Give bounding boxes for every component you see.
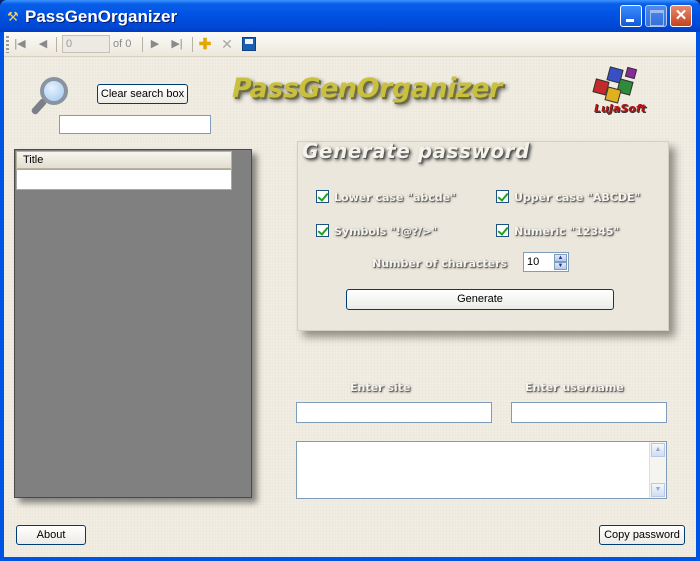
records-grid[interactable]: Title xyxy=(14,149,252,498)
add-new-icon[interactable]: ✚ xyxy=(198,36,212,53)
clear-search-button[interactable]: Clear search box xyxy=(97,84,188,104)
site-label: Enter site xyxy=(350,381,411,394)
symbols-checkbox[interactable] xyxy=(316,224,329,237)
title-bar[interactable]: ⚒ PassGenOrganizer ✕ xyxy=(0,0,700,32)
separator xyxy=(142,37,143,52)
window-title: PassGenOrganizer xyxy=(25,7,178,26)
number-of-characters-label: Number of characters xyxy=(372,257,508,270)
upper-case-label[interactable]: Upper case "ABCDE" xyxy=(514,191,640,204)
move-last-icon[interactable]: ▶| xyxy=(170,36,184,53)
company-logo: LuJaSoft xyxy=(590,66,646,118)
username-input[interactable] xyxy=(511,402,667,423)
save-icon[interactable] xyxy=(242,37,256,51)
grid-new-row[interactable] xyxy=(16,169,232,190)
number-of-characters-stepper[interactable]: 10 ▲ ▼ xyxy=(523,252,569,272)
about-button[interactable]: About xyxy=(16,525,86,545)
app-tools-icon: ⚒ xyxy=(7,9,19,24)
symbols-label[interactable]: Symbols "!@?/>" xyxy=(334,225,437,238)
lower-case-checkbox[interactable] xyxy=(316,190,329,203)
close-button[interactable]: ✕ xyxy=(670,5,692,27)
move-previous-icon[interactable]: ◀ xyxy=(36,36,50,53)
site-input[interactable] xyxy=(296,402,492,423)
copy-password-button[interactable]: Copy password xyxy=(599,525,685,545)
binding-navigator: |◀ ◀ 0 of 0 ▶ ▶| ✚ ✕ xyxy=(4,32,696,57)
minimize-button[interactable] xyxy=(620,5,642,27)
numeric-checkbox[interactable] xyxy=(496,224,509,237)
scroll-up-icon[interactable]: ▲ xyxy=(651,443,665,457)
search-input[interactable] xyxy=(59,115,211,134)
upper-case-checkbox[interactable] xyxy=(496,190,509,203)
spin-up-icon[interactable]: ▲ xyxy=(554,254,567,262)
client-area: |◀ ◀ 0 of 0 ▶ ▶| ✚ ✕ Clear search box Pa… xyxy=(4,32,696,557)
spin-down-icon[interactable]: ▼ xyxy=(554,262,567,270)
vertical-scrollbar[interactable]: ▲ ▼ xyxy=(649,442,666,498)
grid-column-title[interactable]: Title xyxy=(16,151,232,169)
app-logo-text: PassGenOrganizer xyxy=(232,73,502,104)
position-input[interactable]: 0 xyxy=(62,35,110,53)
separator xyxy=(56,37,57,52)
delete-icon[interactable]: ✕ xyxy=(220,36,234,53)
number-of-characters-value[interactable]: 10 xyxy=(527,256,539,268)
generate-button[interactable]: Generate xyxy=(346,289,614,310)
move-first-icon[interactable]: |◀ xyxy=(13,36,27,53)
username-label: Enter username xyxy=(525,381,624,394)
numeric-label[interactable]: Numeric "12345" xyxy=(514,225,619,238)
company-name: LuJaSoft xyxy=(594,102,646,115)
main-window: ⚒ PassGenOrganizer ✕ |◀ ◀ 0 of 0 ▶ ▶| ✚ … xyxy=(0,0,700,561)
toolbar-grip-icon[interactable] xyxy=(6,36,9,53)
scroll-down-icon[interactable]: ▼ xyxy=(651,483,665,497)
maximize-button[interactable] xyxy=(645,5,667,27)
generate-password-title: Generate password xyxy=(302,139,530,163)
separator xyxy=(192,37,193,52)
password-output-textarea[interactable]: ▲ ▼ xyxy=(296,441,667,499)
lower-case-label[interactable]: Lower case "abcde" xyxy=(334,191,456,204)
move-next-icon[interactable]: ▶ xyxy=(148,36,162,53)
close-icon: ✕ xyxy=(674,7,688,24)
count-label: of 0 xyxy=(113,38,132,50)
